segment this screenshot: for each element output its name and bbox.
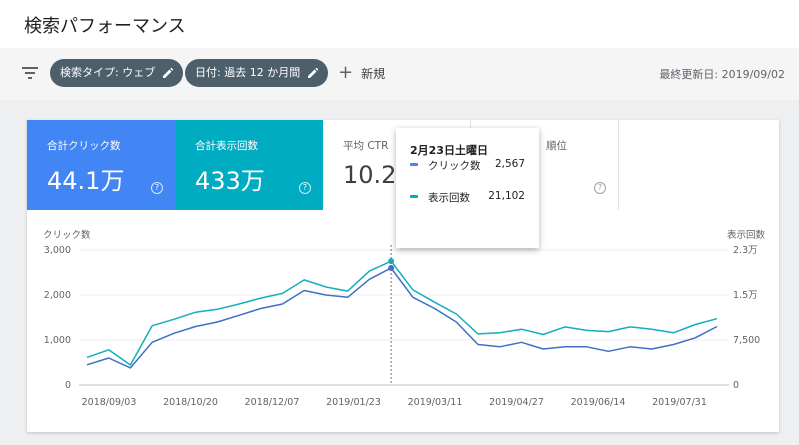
series-line-0 — [86, 267, 718, 369]
y-tick-right: 1.5万 — [733, 290, 758, 301]
y-tick-left: 0 — [65, 380, 71, 391]
last-updated-text: 最終更新日: 2019/09/02 — [659, 68, 785, 81]
chart-series-layer — [86, 245, 718, 385]
x-tick-label: 2018/10/20 — [163, 397, 218, 408]
x-tick-label: 2019/04/27 — [489, 397, 544, 408]
tooltip-series-value: 2,567 — [494, 158, 525, 170]
x-tick-label: 2018/09/03 — [82, 397, 137, 408]
tooltip-series-value: 21,102 — [488, 190, 525, 202]
series-line-1 — [86, 260, 718, 366]
tooltip-series-name: 表示回数 — [428, 192, 470, 204]
date-range-filter-chip[interactable]: 日付: 過去 12 か月間 — [185, 59, 329, 87]
x-tick-label: 2019/07/31 — [652, 397, 707, 408]
clicks-swatch — [410, 163, 418, 166]
page-title: 検索パフォーマンス — [24, 16, 186, 37]
chart-gridlines — [79, 249, 729, 386]
tooltip-date: 2月23日土曜日 — [410, 144, 488, 157]
search-type-filter-chip[interactable]: 検索タイプ: ウェブ — [50, 59, 184, 87]
y-axis-label-right: 表示回数 — [727, 229, 766, 241]
y-axis-label-left: クリック数 — [43, 229, 91, 241]
tooltip-series-name: クリック数 — [428, 160, 481, 172]
edit-pencil-icon — [308, 67, 319, 78]
app-header: 検索パフォーマンス — [0, 0, 799, 48]
impressions-swatch — [410, 195, 418, 198]
x-tick-label: 2019/01/23 — [326, 397, 381, 408]
x-tick-label: 2018/12/07 — [245, 397, 300, 408]
chart-axis-labels: 3,000 2.3万 2,000 1.5万 1,000 7,500 0 0 クリック数 表示回数 2… — [43, 229, 765, 408]
y-tick-right: 7,500 — [733, 335, 760, 346]
search-type-chip-label: 検索タイプ: ウェブ — [60, 66, 156, 79]
y-tick-right: 0 — [733, 380, 739, 391]
y-tick-right: 2.3万 — [733, 245, 758, 256]
filter-icon[interactable] — [22, 67, 38, 81]
chart-tooltip: 2月23日土曜日 クリック数 2,567 表示回数 21,102 — [396, 128, 539, 248]
plus-icon: + — [338, 62, 354, 83]
new-button-label: 新規 — [361, 67, 386, 81]
date-chip-label: 日付: 過去 12 か月間 — [195, 66, 301, 79]
x-tick-label: 2019/06/14 — [571, 397, 626, 408]
y-tick-left: 3,000 — [44, 245, 71, 256]
edit-pencil-icon — [163, 67, 174, 78]
new-filter-button[interactable]: + 新規 — [338, 64, 385, 84]
tooltip-row-clicks: クリック数 2,567 — [410, 158, 539, 190]
y-tick-left: 2,000 — [44, 290, 71, 301]
x-tick-label: 2019/03/11 — [408, 397, 463, 408]
y-tick-left: 1,000 — [44, 335, 71, 346]
tooltip-row-impressions: 表示回数 21,102 — [410, 190, 539, 222]
